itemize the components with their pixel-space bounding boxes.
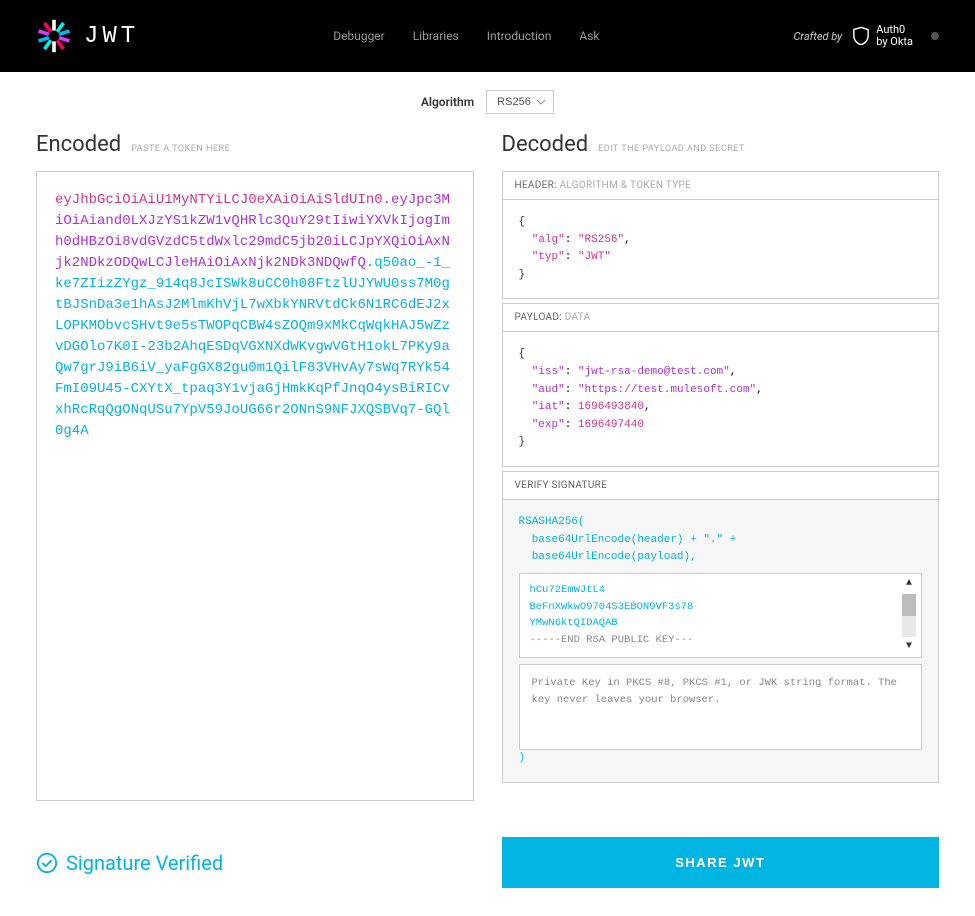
aud-key: "aud" bbox=[532, 384, 565, 396]
auth0-line2: by Okta bbox=[876, 36, 913, 48]
header-section-label: HEADER: bbox=[515, 180, 557, 191]
header-section: HEADER: ALGORITHM & TOKEN TYPE { "alg": … bbox=[502, 171, 940, 299]
jwt-logo-icon bbox=[36, 18, 72, 54]
alg-key: "alg" bbox=[532, 234, 565, 246]
encoded-title: Encoded PASTE A TOKEN HERE bbox=[36, 132, 474, 157]
decoded-title-text: Decoded bbox=[502, 132, 589, 157]
nav-libraries[interactable]: Libraries bbox=[413, 29, 459, 43]
iss-val: "jwt-rsa-demo@test.com" bbox=[578, 366, 730, 378]
decoded-title: Decoded EDIT THE PAYLOAD AND SECRET bbox=[502, 132, 940, 157]
algorithm-label: Algorithm bbox=[421, 95, 474, 109]
jwt-signature-segment: .q50ao_-1_ke7ZIizZYgz_914q8JcISWk8uCC0h0… bbox=[55, 255, 450, 439]
scroll-up-icon[interactable]: ▲ bbox=[899, 576, 919, 592]
status-row: Signature Verified SHARE JWT bbox=[0, 825, 975, 916]
exp-key: "exp" bbox=[532, 419, 565, 431]
encoded-title-text: Encoded bbox=[36, 132, 121, 157]
share-jwt-button[interactable]: SHARE JWT bbox=[502, 837, 940, 888]
scroll-down-icon[interactable]: ▼ bbox=[899, 639, 919, 655]
public-key-box[interactable]: hCu72EmWJtL4 BeFnXWkwO9704S3EBON9VF3s78 … bbox=[519, 573, 923, 658]
signature-status: Signature Verified bbox=[36, 851, 474, 875]
jwt-header-segment: eyJhbGciOiAiU1MyNTYiLCJ0eXAiOiAiSldUIn0 bbox=[55, 192, 383, 208]
public-key-scrollbar[interactable]: ▲ ▼ bbox=[899, 576, 919, 655]
iss-key: "iss" bbox=[532, 366, 565, 378]
auth0-shield-icon bbox=[852, 26, 870, 46]
algorithm-row: Algorithm RS256 bbox=[0, 72, 975, 132]
aud-val: "https://test.mulesoft.com" bbox=[578, 384, 756, 396]
iat-key: "iat" bbox=[532, 401, 565, 413]
signature-section-label: VERIFY SIGNATURE bbox=[515, 480, 608, 491]
algorithm-select[interactable]: RS256 bbox=[486, 90, 554, 114]
signature-section-body: RSASHA256( base64UrlEncode(header) + "."… bbox=[503, 500, 939, 782]
private-key-box[interactable]: Private Key in PKCS #8, PKCS #1, or JWK … bbox=[519, 664, 923, 750]
payload-section-label: PAYLOAD: bbox=[515, 312, 562, 323]
scroll-thumb[interactable] bbox=[902, 594, 916, 616]
payload-section: PAYLOAD: DATA { "iss": "jwt-rsa-demo@tes… bbox=[502, 303, 940, 467]
sig-line1: base64UrlEncode(header) + "." + bbox=[532, 534, 737, 546]
auth0-logo[interactable]: Auth0 by Okta bbox=[852, 24, 913, 48]
encoded-subtitle: PASTE A TOKEN HERE bbox=[131, 144, 230, 154]
pubkey-line-1: BeFnXWkwO9704S3EBON9VF3s78 bbox=[530, 599, 894, 616]
top-header: JWT Debugger Libraries Introduction Ask … bbox=[0, 0, 975, 72]
pubkey-line-2: YMwN6ktQIDAQAB bbox=[530, 615, 894, 632]
payload-section-title: PAYLOAD: DATA bbox=[503, 304, 939, 332]
logo-text: JWT bbox=[84, 23, 139, 50]
header-section-sublabel: ALGORITHM & TOKEN TYPE bbox=[560, 180, 692, 191]
main-nav: Debugger Libraries Introduction Ask bbox=[333, 29, 599, 43]
typ-val: "JWT" bbox=[578, 251, 611, 263]
crafted-by-label: Crafted by bbox=[793, 30, 842, 43]
decoded-column: Decoded EDIT THE PAYLOAD AND SECRET HEAD… bbox=[502, 132, 940, 801]
iat-val: 1696493840 bbox=[578, 401, 644, 413]
pubkey-line-3: -----END RSA PUBLIC KEY--- bbox=[530, 632, 894, 649]
nav-ask[interactable]: Ask bbox=[579, 29, 599, 43]
sig-algo-fn: RSASHA256( bbox=[519, 514, 923, 532]
main-columns: Encoded PASTE A TOKEN HERE eyJhbGciOiAiU… bbox=[0, 132, 975, 825]
exp-val: 1696497440 bbox=[578, 419, 644, 431]
crafted-by: Crafted by Auth0 by Okta bbox=[793, 24, 939, 48]
pubkey-line-0: hCu72EmWJtL4 bbox=[530, 582, 894, 599]
payload-section-body[interactable]: { "iss": "jwt-rsa-demo@test.com", "aud":… bbox=[503, 332, 939, 466]
sig-close-paren: ) bbox=[519, 750, 923, 768]
decoded-subtitle: EDIT THE PAYLOAD AND SECRET bbox=[598, 144, 745, 154]
header-dot-icon bbox=[931, 32, 939, 40]
encoded-token-box[interactable]: eyJhbGciOiAiU1MyNTYiLCJ0eXAiOiAiSldUIn0.… bbox=[36, 171, 474, 801]
alg-val: "RS256" bbox=[578, 234, 624, 246]
payload-section-sublabel: DATA bbox=[565, 312, 591, 323]
public-key-content: hCu72EmWJtL4 BeFnXWkwO9704S3EBON9VF3s78 … bbox=[520, 574, 922, 657]
signature-section-title: VERIFY SIGNATURE bbox=[503, 472, 939, 500]
signature-verified-text: Signature Verified bbox=[66, 851, 223, 875]
auth0-text: Auth0 by Okta bbox=[876, 24, 913, 48]
header-section-title: HEADER: ALGORITHM & TOKEN TYPE bbox=[503, 172, 939, 200]
encoded-column: Encoded PASTE A TOKEN HERE eyJhbGciOiAiU… bbox=[36, 132, 474, 801]
check-circle-icon bbox=[36, 852, 58, 874]
signature-section: VERIFY SIGNATURE RSASHA256( base64UrlEnc… bbox=[502, 471, 940, 783]
sig-line2: base64UrlEncode(payload), bbox=[532, 551, 697, 563]
header-section-body[interactable]: { "alg": "RS256", "typ": "JWT" } bbox=[503, 200, 939, 298]
logo[interactable]: JWT bbox=[36, 18, 139, 54]
scroll-track[interactable] bbox=[902, 594, 916, 637]
typ-key: "typ" bbox=[532, 251, 565, 263]
nav-debugger[interactable]: Debugger bbox=[333, 29, 385, 43]
nav-introduction[interactable]: Introduction bbox=[487, 29, 552, 43]
